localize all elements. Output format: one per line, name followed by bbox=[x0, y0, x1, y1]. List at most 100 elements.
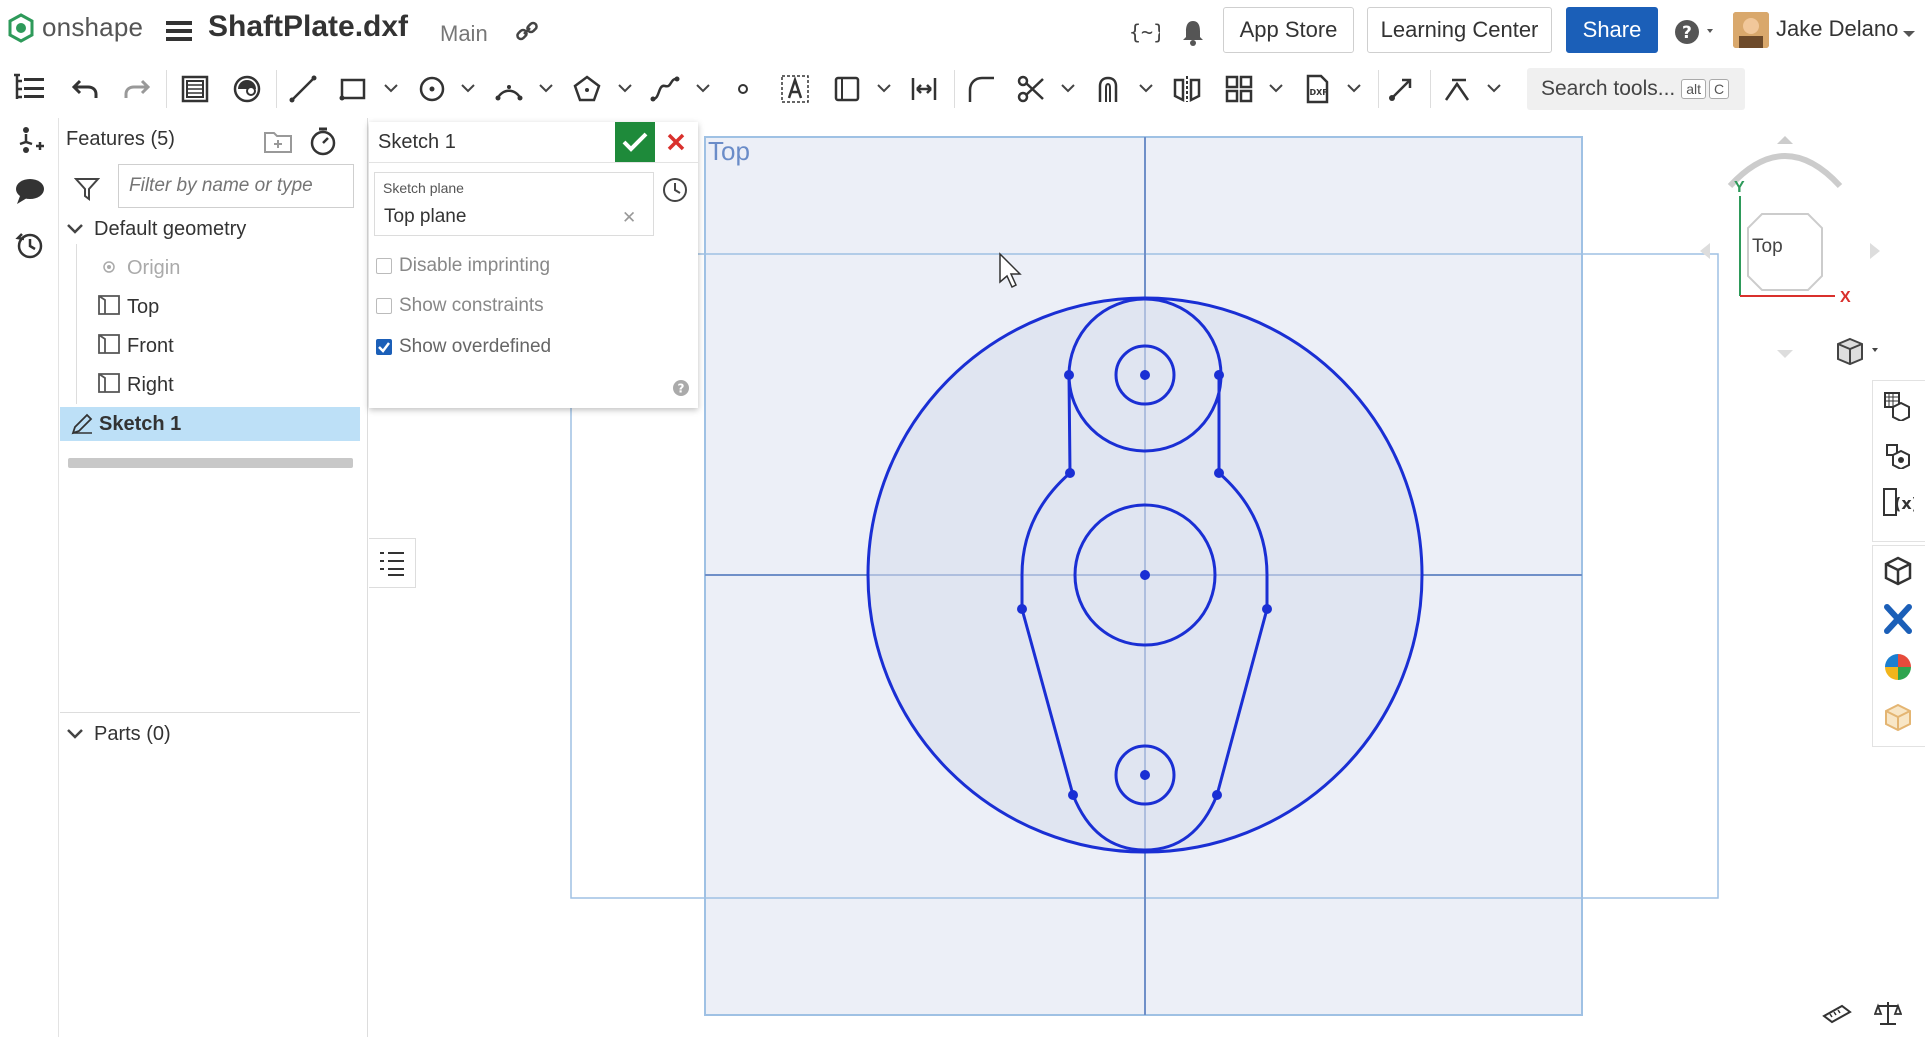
insert-feature-icon[interactable] bbox=[14, 124, 46, 161]
comments-icon[interactable] bbox=[14, 176, 46, 211]
document-title[interactable]: ShaftPlate.dxf bbox=[208, 10, 408, 44]
app-store-button[interactable]: App Store bbox=[1223, 7, 1354, 53]
toolbar-separator bbox=[1378, 70, 1379, 108]
pattern-tool-icon[interactable] bbox=[1222, 72, 1256, 106]
view-cube-face-label[interactable]: Top bbox=[1752, 236, 1783, 258]
avatar-icon bbox=[1733, 12, 1769, 48]
default-geometry-chevron-icon[interactable] bbox=[66, 222, 84, 241]
help-icon[interactable]: ? bbox=[1673, 18, 1719, 51]
text-tool-icon[interactable] bbox=[778, 72, 812, 106]
construction-dropdown-chevron-icon[interactable] bbox=[876, 80, 892, 96]
view-cube[interactable]: Y X bbox=[1700, 136, 1880, 366]
construction-tool-icon[interactable] bbox=[830, 72, 864, 106]
hamburger-menu-icon[interactable] bbox=[166, 20, 192, 47]
spline-dropdown-chevron-icon[interactable] bbox=[695, 80, 711, 96]
part-studio-cube-icon[interactable] bbox=[1874, 549, 1922, 593]
checkbox-check-icon bbox=[378, 342, 390, 353]
shortcut-alt-key: alt bbox=[1681, 79, 1707, 99]
user-avatar[interactable] bbox=[1733, 12, 1769, 48]
intersect-icon[interactable] bbox=[230, 72, 264, 106]
link-icon[interactable] bbox=[514, 18, 540, 49]
pattern-dropdown-chevron-icon[interactable] bbox=[1268, 80, 1284, 96]
learning-center-button[interactable]: Learning Center bbox=[1367, 7, 1552, 53]
undo-icon[interactable] bbox=[68, 72, 102, 106]
list-icon bbox=[380, 552, 404, 576]
trim-dropdown-chevron-icon[interactable] bbox=[1060, 80, 1076, 96]
point-tool-icon[interactable] bbox=[726, 72, 760, 106]
onshape-logo[interactable]: onshape bbox=[6, 12, 143, 43]
sketch-pencil-icon bbox=[70, 412, 94, 441]
clear-plane-icon[interactable]: ✕ bbox=[622, 208, 636, 228]
mirror-tool-icon[interactable] bbox=[1170, 72, 1204, 106]
polygon-dropdown-chevron-icon[interactable] bbox=[617, 80, 633, 96]
spline-tool-icon[interactable] bbox=[648, 72, 682, 106]
document-branch[interactable]: Main bbox=[440, 21, 488, 47]
notifications-bell-icon[interactable] bbox=[1180, 18, 1206, 51]
sketch-dialog-title[interactable]: Sketch 1 bbox=[378, 131, 456, 154]
offset-dropdown-chevron-icon[interactable] bbox=[1138, 80, 1154, 96]
trim-tool-icon[interactable] bbox=[1014, 72, 1048, 106]
search-tools-input[interactable]: Search tools... alt C bbox=[1527, 68, 1745, 110]
accept-sketch-button[interactable] bbox=[615, 122, 655, 162]
dimension-tool-icon[interactable] bbox=[907, 72, 941, 106]
dxf-dropdown-chevron-icon[interactable] bbox=[1346, 80, 1362, 96]
tree-item-origin[interactable]: Origin bbox=[127, 257, 180, 280]
history-icon[interactable] bbox=[14, 228, 46, 265]
circle-tool-icon[interactable] bbox=[415, 72, 449, 106]
dxf-import-icon[interactable]: DXF bbox=[1300, 72, 1334, 106]
app-color-wheel-icon[interactable] bbox=[1874, 645, 1922, 689]
arc-dropdown-chevron-icon[interactable] bbox=[538, 80, 554, 96]
tree-item-top[interactable]: Top bbox=[127, 296, 159, 319]
show-constraints-checkbox[interactable] bbox=[376, 298, 392, 314]
tree-item-front[interactable]: Front bbox=[127, 335, 174, 358]
polygon-tool-icon[interactable] bbox=[570, 72, 604, 106]
dialog-help-icon[interactable]: ? bbox=[672, 379, 690, 402]
measure-tool-icon[interactable] bbox=[1822, 1002, 1852, 1029]
features-title: Features (5) bbox=[66, 128, 175, 150]
tree-item-right[interactable]: Right bbox=[127, 374, 174, 397]
disable-imprinting-checkbox[interactable] bbox=[376, 258, 392, 274]
view-options-cube-icon[interactable] bbox=[1836, 336, 1886, 371]
add-folder-icon[interactable] bbox=[263, 128, 293, 159]
feature-list-scrollbar[interactable] bbox=[68, 458, 353, 468]
feature-list-icon[interactable] bbox=[12, 72, 46, 107]
arc-tool-icon[interactable] bbox=[492, 72, 526, 106]
share-button[interactable]: Share bbox=[1566, 7, 1658, 53]
default-geometry-label[interactable]: Default geometry bbox=[94, 218, 246, 241]
redo-icon[interactable] bbox=[120, 72, 154, 106]
app-box-icon[interactable] bbox=[1874, 695, 1922, 739]
appearance-panel-icon[interactable] bbox=[1874, 384, 1922, 428]
offset-tool-icon[interactable] bbox=[1092, 72, 1126, 106]
balance-scale-icon[interactable] bbox=[1873, 1000, 1903, 1031]
transform-tool-icon[interactable] bbox=[1384, 72, 1418, 106]
sketch-fillet-icon[interactable] bbox=[964, 72, 998, 106]
app-x-icon[interactable] bbox=[1874, 597, 1922, 641]
sketch-history-icon[interactable] bbox=[661, 176, 689, 209]
constraint-dropdown-chevron-icon[interactable] bbox=[1486, 80, 1502, 96]
feature-filter-input[interactable] bbox=[118, 164, 354, 208]
toolbar-separator bbox=[954, 70, 955, 108]
variable-table-icon[interactable]: (x) bbox=[1874, 480, 1922, 524]
variables-icon[interactable]: {~} bbox=[1128, 16, 1165, 51]
cancel-sketch-button[interactable] bbox=[660, 126, 692, 158]
parts-chevron-icon[interactable] bbox=[66, 727, 84, 746]
rectangle-dropdown-chevron-icon[interactable] bbox=[383, 80, 399, 96]
mass-properties-icon[interactable] bbox=[1874, 432, 1922, 476]
origin-icon bbox=[102, 260, 116, 279]
user-name[interactable]: Jake Delano bbox=[1776, 16, 1898, 42]
toolbar-separator bbox=[276, 70, 277, 108]
close-icon bbox=[667, 133, 685, 151]
rollback-timer-icon[interactable] bbox=[309, 126, 337, 161]
rectangle-tool-icon[interactable] bbox=[336, 72, 370, 106]
circle-dropdown-chevron-icon[interactable] bbox=[460, 80, 476, 96]
constraint-tool-icon[interactable] bbox=[1440, 72, 1474, 106]
show-overdefined-checkbox[interactable] bbox=[376, 339, 392, 355]
filter-funnel-icon[interactable] bbox=[73, 176, 101, 207]
user-menu-chevron-icon[interactable] bbox=[1902, 26, 1916, 44]
sketch-1-label: Sketch 1 bbox=[99, 413, 182, 435]
line-tool-icon[interactable] bbox=[286, 72, 320, 106]
svg-text:DXF: DXF bbox=[1310, 88, 1328, 97]
parts-label[interactable]: Parts (0) bbox=[94, 723, 171, 746]
sketch-list-toggle[interactable] bbox=[369, 538, 416, 588]
use-projected-icon[interactable] bbox=[178, 72, 212, 106]
